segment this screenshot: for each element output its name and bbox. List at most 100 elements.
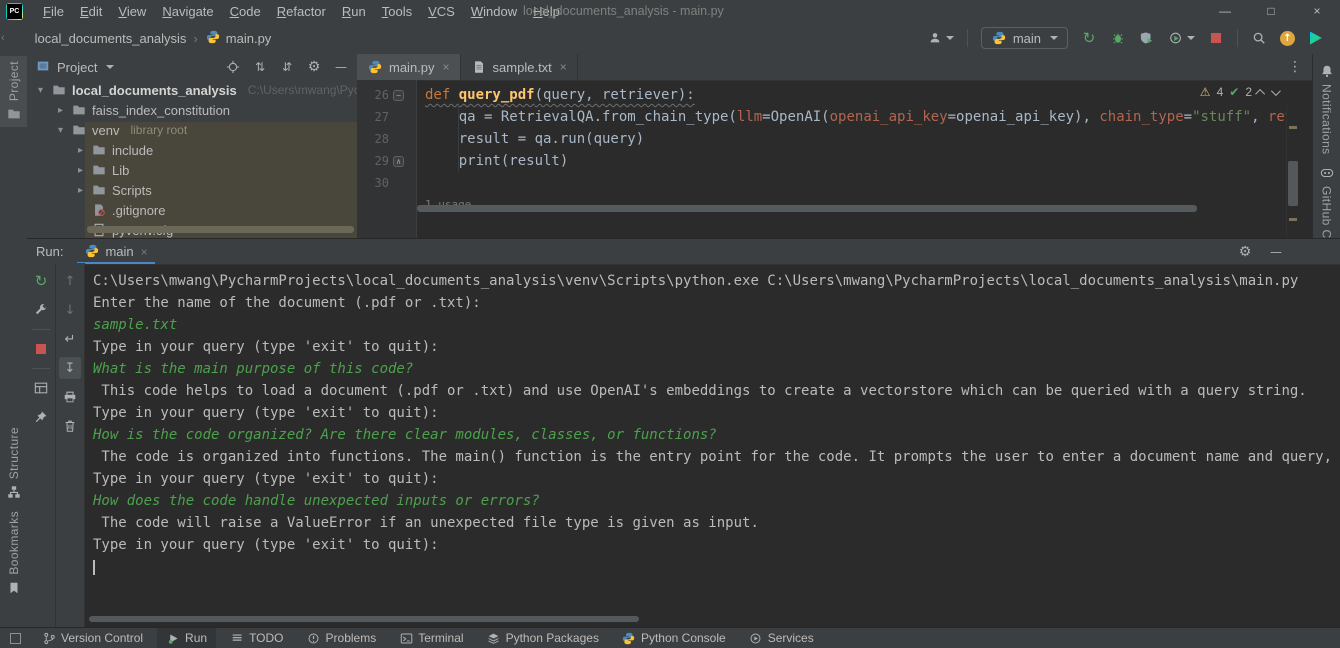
breadcrumb-file[interactable]: main.py xyxy=(205,29,272,47)
prev-issue-icon[interactable] xyxy=(1255,88,1265,98)
hide-navbar-icon[interactable]: ‹ xyxy=(1,32,5,44)
tree-item--gitignore[interactable]: .gitignore xyxy=(27,200,357,220)
update-available-button[interactable]: ↑ xyxy=(1280,31,1295,46)
statusbar-run[interactable]: Run xyxy=(157,628,216,648)
statusbar-problems[interactable]: Problems xyxy=(298,628,386,648)
tree-item-lib[interactable]: ▸Lib xyxy=(27,160,357,180)
menu-refactor[interactable]: Refactor xyxy=(269,3,334,20)
expand-all-button[interactable]: ⇅ xyxy=(252,59,268,75)
edit-run-configuration-button[interactable] xyxy=(30,299,52,321)
console-caret-line[interactable] xyxy=(93,556,1334,578)
run-configuration-selector[interactable]: main xyxy=(981,27,1068,49)
statusbar-python-console[interactable]: Python Console xyxy=(613,628,735,648)
close-tab-icon[interactable]: × xyxy=(141,245,148,259)
run-tab-main[interactable]: main × xyxy=(77,239,154,264)
next-occurrence-button[interactable]: ↓ xyxy=(59,299,81,321)
window-maximize-button[interactable]: □ xyxy=(1248,0,1294,22)
stripe-notifications[interactable]: Notifications xyxy=(1313,58,1340,160)
scrollend-icon: ↧ xyxy=(62,360,78,376)
clear-all-button[interactable] xyxy=(59,415,81,437)
project-tool-window: Project ⇅ ⇵ ⚙ — ▾local_documents_analysisC:… xyxy=(27,54,358,238)
editor-horizontal-scrollbar[interactable] xyxy=(417,205,1197,212)
editor-scroll-marks[interactable] xyxy=(1286,106,1300,238)
statusbar-todo[interactable]: ≡TODO xyxy=(221,628,292,648)
editor-scrollbar-thumb[interactable] xyxy=(1288,161,1298,206)
settings-button[interactable]: ⚙ xyxy=(306,59,322,75)
tool-window-switcher-icon[interactable] xyxy=(5,633,25,644)
select-opened-file-button[interactable] xyxy=(225,59,241,75)
tab-label: main.py xyxy=(389,60,435,75)
menu-window[interactable]: Window xyxy=(463,3,525,20)
tree-item-venv[interactable]: ▾venvlibrary root xyxy=(27,120,357,140)
menu-vcs[interactable]: VCS xyxy=(420,3,463,20)
statusbar-terminal[interactable]: Terminal xyxy=(390,628,472,648)
pin-tab-button[interactable] xyxy=(30,406,52,428)
chevron-collapsed-icon[interactable]: ▸ xyxy=(55,105,66,116)
close-tab-icon[interactable]: × xyxy=(443,60,450,74)
stripe-label: Notifications xyxy=(1320,84,1334,155)
toolbar-divider xyxy=(32,329,50,330)
console-user-input: What is the main purpose of this code? xyxy=(93,358,1334,380)
search-everywhere-button[interactable] xyxy=(1251,30,1267,46)
menu-run[interactable]: Run xyxy=(334,3,374,20)
editor-body[interactable]: 26−272829∧30 def query_pdf(query, retrie… xyxy=(357,80,1300,238)
code-content[interactable]: def query_pdf(query, retriever): qa = Re… xyxy=(425,84,1300,194)
chevron-collapsed-icon[interactable]: ▸ xyxy=(75,185,86,196)
tree-item-faiss-index-constitution[interactable]: ▸faiss_index_constitution xyxy=(27,100,357,120)
editor-tab-main-py[interactable]: main.py × xyxy=(357,54,461,80)
editor-gutter: 26−272829∧30 xyxy=(357,80,417,238)
tab-options-button[interactable]: ⋮ xyxy=(1277,54,1313,80)
tree-item-scripts[interactable]: ▸Scripts xyxy=(27,180,357,200)
user-account-button[interactable] xyxy=(927,30,954,46)
menu-file[interactable]: File xyxy=(35,3,72,20)
prev-occurrence-button[interactable]: ↑ xyxy=(59,270,81,292)
chevron-down-icon[interactable] xyxy=(106,65,114,69)
debug-button[interactable] xyxy=(1110,30,1126,46)
left-tool-stripe: Project StructureBookmarks xyxy=(0,54,28,628)
statusbar-version-control[interactable]: Version Control xyxy=(33,628,152,648)
statusbar-python-packages[interactable]: Python Packages xyxy=(478,628,608,648)
hide-run-panel-button[interactable]: — xyxy=(1268,244,1284,260)
chevron-collapsed-icon[interactable]: ▸ xyxy=(75,165,86,176)
window-minimize-button[interactable]: — xyxy=(1202,0,1248,22)
window-close-button[interactable]: × xyxy=(1294,0,1340,22)
project-panel-title[interactable]: Project xyxy=(57,60,97,75)
tree-item-local-documents-analysis[interactable]: ▾local_documents_analysisC:\Users\mwang\… xyxy=(27,80,357,100)
editor-tab-sample-txt[interactable]: sample.txt× xyxy=(461,54,578,80)
chevron-expanded-icon[interactable]: ▾ xyxy=(35,85,46,96)
fold-marker-end[interactable]: ∧ xyxy=(393,156,404,167)
menu-view[interactable]: View xyxy=(110,3,154,20)
menu-navigate[interactable]: Navigate xyxy=(154,3,221,20)
stop-button[interactable] xyxy=(30,338,52,360)
stripe-project[interactable]: Project xyxy=(0,56,27,127)
stop-button[interactable] xyxy=(1208,30,1224,46)
ide-services-button[interactable] xyxy=(1308,30,1324,46)
inspections-widget[interactable]: ⚠ 4 ✔ 2 xyxy=(1200,85,1278,99)
menu-edit[interactable]: Edit xyxy=(72,3,110,20)
stripe-structure[interactable]: Structure xyxy=(0,422,27,505)
run-with-coverage-button[interactable] xyxy=(1139,30,1155,46)
menu-tools[interactable]: Tools xyxy=(374,3,420,20)
console-horizontal-scrollbar[interactable] xyxy=(89,616,639,622)
statusbar-services[interactable]: Services xyxy=(740,628,823,648)
hide-panel-button[interactable]: — xyxy=(333,59,349,75)
breadcrumb-project[interactable]: local_documents_analysis xyxy=(35,31,187,46)
restore-layout-button[interactable] xyxy=(30,377,52,399)
print-button[interactable] xyxy=(59,386,81,408)
tree-item-include[interactable]: ▸include xyxy=(27,140,357,160)
rerun-button[interactable]: ↻ xyxy=(30,270,52,292)
profiler-button[interactable] xyxy=(1168,30,1195,46)
close-tab-icon[interactable]: × xyxy=(560,60,567,74)
console-settings-button[interactable]: ⚙ xyxy=(1237,244,1253,260)
scroll-to-end-button[interactable]: ↧ xyxy=(59,357,81,379)
run-console[interactable]: C:\Users\mwang\PycharmProjects\local_doc… xyxy=(85,263,1334,628)
collapse-all-button[interactable]: ⇵ xyxy=(279,59,295,75)
soft-wrap-button[interactable]: ↵ xyxy=(59,328,81,350)
tree-horizontal-scrollbar[interactable] xyxy=(87,226,354,233)
chevron-expanded-icon[interactable]: ▾ xyxy=(55,125,66,136)
stripe-bookmarks[interactable]: Bookmarks xyxy=(0,506,27,601)
run-button[interactable]: ↻ xyxy=(1081,30,1097,46)
fold-marker-start[interactable]: − xyxy=(393,90,404,101)
chevron-collapsed-icon[interactable]: ▸ xyxy=(75,145,86,156)
menu-code[interactable]: Code xyxy=(222,3,269,20)
